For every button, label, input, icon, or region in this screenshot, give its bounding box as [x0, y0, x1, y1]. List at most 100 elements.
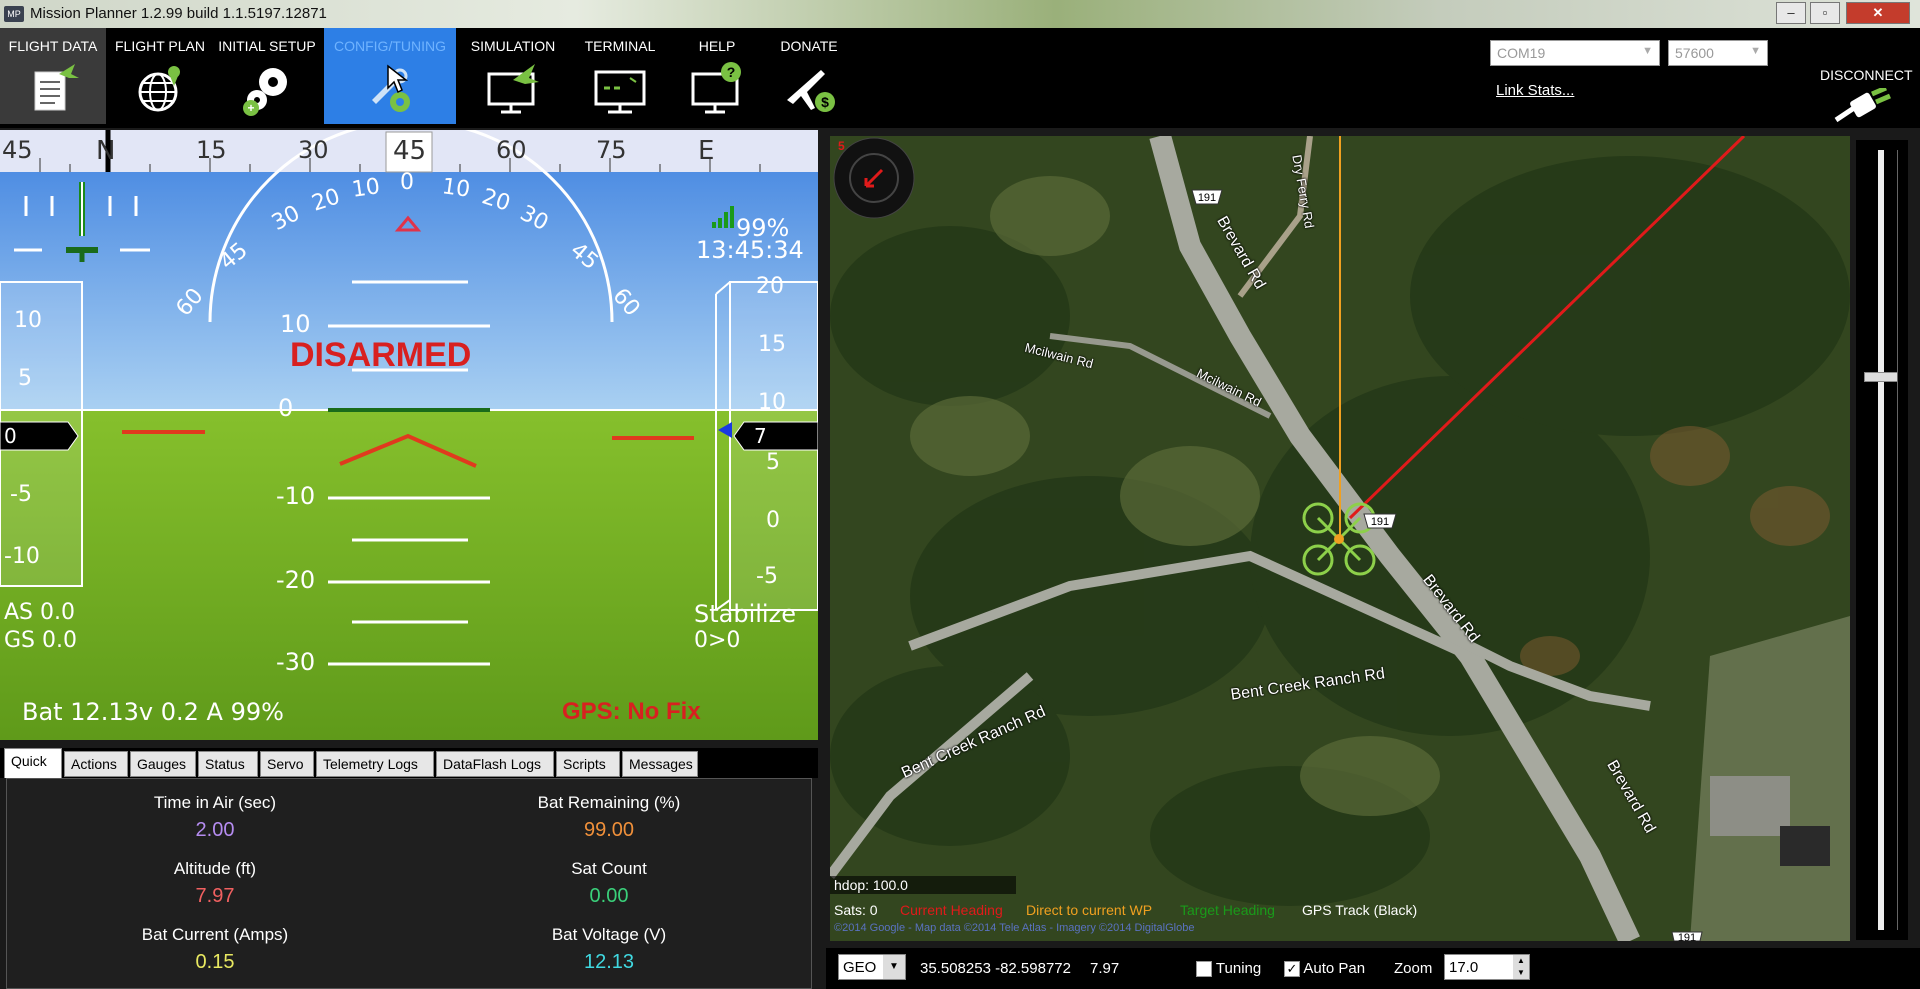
- map-copyright: ©2014 Google - Map data ©2014 Tele Atlas…: [834, 922, 1195, 934]
- simulation-button[interactable]: SIMULATION: [460, 28, 566, 124]
- heading-tick-label: 15: [196, 136, 227, 164]
- tab-messages[interactable]: Messages: [622, 751, 698, 777]
- plane-dollar-icon: $: [787, 70, 835, 112]
- gps-status: GPS: No Fix: [562, 698, 701, 725]
- plug-icon[interactable]: [1832, 88, 1896, 124]
- pitch-label: -20: [276, 566, 316, 594]
- tab-actions[interactable]: Actions: [64, 751, 128, 777]
- speed-value: 0: [4, 424, 17, 448]
- terminal-monitor-icon: [594, 70, 646, 114]
- monitor-plane-icon: [487, 64, 539, 114]
- speed-tick-label: -10: [4, 544, 40, 569]
- alt-readout: 7.97: [1090, 960, 1120, 977]
- zoom-input[interactable]: 17.0 ▲ ▼: [1444, 954, 1530, 980]
- heading-tick-label: 45: [2, 136, 33, 164]
- quick-item[interactable]: Bat Remaining (%) 99.00: [409, 793, 809, 842]
- help-button[interactable]: HELP ?: [672, 28, 762, 124]
- config-tuning-label: CONFIG/TUNING: [334, 38, 446, 54]
- groundspeed-readout: GS 0.0: [4, 628, 77, 653]
- waypoint-status: 0>0: [694, 628, 741, 653]
- quick-item[interactable]: Time in Air (sec) 2.00: [15, 793, 415, 842]
- pitch-label: 0: [278, 394, 294, 422]
- com-port-value: COM19: [1497, 45, 1546, 61]
- alt-tick-label: -5: [756, 564, 778, 589]
- pitch-label: -30: [276, 648, 316, 676]
- tab-scripts[interactable]: Scripts: [556, 751, 620, 777]
- map-legend: Sats: 0 Current Heading Direct to curren…: [830, 898, 1850, 942]
- quick-item[interactable]: Bat Voltage (V) 12.13: [409, 925, 809, 974]
- tab-status[interactable]: Status: [198, 751, 258, 777]
- flight-data-tabs: Quick Actions Gauges Status Servo Teleme…: [0, 748, 818, 778]
- tab-dataflash-logs[interactable]: DataFlash Logs: [436, 751, 554, 777]
- help-label: HELP: [698, 38, 736, 54]
- hud-display: 45 N 15 30 45 60 75 E 60 45 30 20 10 0 1…: [0, 130, 818, 740]
- map-view[interactable]: 5 191 191 191 Brevard Rd Brevard Rd Brev…: [830, 136, 1850, 941]
- route-shield: 191: [1371, 516, 1389, 528]
- pitch-label: -10: [276, 482, 316, 510]
- tuning-label: Tuning: [1215, 960, 1262, 977]
- zoom-slider[interactable]: [1856, 140, 1908, 940]
- flight-plan-button[interactable]: FLIGHT PLAN: [110, 28, 210, 124]
- chevron-down-icon: ▼: [1642, 45, 1653, 57]
- link-stats-link[interactable]: Link Stats...: [1496, 82, 1574, 99]
- tab-telemetry-logs[interactable]: Telemetry Logs: [316, 751, 434, 777]
- maximize-button[interactable]: ▫: [1810, 2, 1840, 24]
- chevron-down-icon: ▼: [1750, 45, 1761, 57]
- tab-servo[interactable]: Servo: [260, 751, 314, 777]
- simulation-label: SIMULATION: [470, 38, 556, 54]
- autopan-checkbox[interactable]: ✓ Auto Pan: [1284, 960, 1365, 978]
- baud-rate-value: 57600: [1675, 45, 1714, 61]
- close-button[interactable]: ✕: [1846, 2, 1910, 24]
- pitch-label: 10: [280, 310, 311, 338]
- tuning-check[interactable]: [1196, 961, 1212, 978]
- monitor-question-icon: ?: [691, 62, 741, 114]
- quick-value: 99.00: [583, 819, 635, 841]
- quick-item[interactable]: Altitude (ft) 7.97: [15, 859, 415, 908]
- zoom-slider-ticks: [1892, 150, 1898, 930]
- alt-tick-label: 20: [756, 274, 784, 299]
- coord-system-select[interactable]: GEO ▼: [838, 954, 906, 980]
- com-port-select[interactable]: COM19 ▼: [1490, 40, 1660, 66]
- disconnect-label[interactable]: DISCONNECT: [1820, 67, 1913, 83]
- airspeed-readout: AS 0.0: [4, 600, 75, 625]
- globe-pin-icon: [138, 66, 180, 112]
- compass-index: 5: [838, 139, 845, 153]
- speed-tick-label: 10: [14, 308, 42, 333]
- terminal-button[interactable]: TERMINAL: [570, 28, 670, 124]
- legend-gps-track: GPS Track (Black): [1302, 902, 1418, 918]
- heading-tick-label: 60: [496, 136, 527, 164]
- tuning-checkbox[interactable]: Tuning: [1196, 960, 1262, 978]
- roll-label: 10: [440, 174, 472, 203]
- spinner-arrows-icon[interactable]: ▲ ▼: [1513, 955, 1529, 979]
- speed-tick-label: -5: [10, 482, 32, 507]
- battery-status: Bat 12.13v 0.2 A 99%: [22, 698, 284, 726]
- quick-value: 0.00: [589, 885, 629, 907]
- quick-item[interactable]: Bat Current (Amps) 0.15: [15, 925, 415, 974]
- roll-label: 10: [350, 174, 382, 203]
- gears-icon: +: [243, 68, 287, 116]
- alt-tick-label: 5: [766, 450, 780, 475]
- speed-tick-label: 5: [18, 366, 32, 391]
- zoom-label: Zoom: [1394, 960, 1433, 977]
- quick-value: 0.15: [195, 951, 235, 973]
- quick-value: 7.97: [195, 885, 235, 907]
- flight-data-icon: [34, 64, 79, 111]
- quick-value: 12.13: [583, 951, 635, 973]
- donate-label: DONATE: [780, 38, 838, 54]
- quick-label: Time in Air (sec): [153, 793, 277, 812]
- initial-setup-label: INITIAL SETUP: [218, 38, 316, 54]
- heading-tick-label: N: [96, 136, 116, 166]
- donate-button[interactable]: DONATE $: [764, 28, 854, 124]
- minimize-button[interactable]: –: [1776, 2, 1806, 24]
- baud-rate-select[interactable]: 57600 ▼: [1668, 40, 1768, 66]
- quick-item[interactable]: Sat Count 0.00: [409, 859, 809, 908]
- roll-label: 0: [400, 170, 414, 195]
- quick-label: Bat Voltage (V): [551, 925, 667, 944]
- autopan-check[interactable]: ✓: [1284, 961, 1300, 978]
- tab-gauges[interactable]: Gauges: [130, 751, 196, 777]
- tab-quick[interactable]: Quick: [4, 748, 62, 778]
- flight-data-button[interactable]: FLIGHT DATA: [0, 28, 106, 124]
- quick-panel: Time in Air (sec) 2.00 Bat Remaining (%)…: [6, 778, 812, 989]
- initial-setup-button[interactable]: INITIAL SETUP +: [212, 28, 322, 124]
- alt-tick-label: 15: [758, 332, 786, 357]
